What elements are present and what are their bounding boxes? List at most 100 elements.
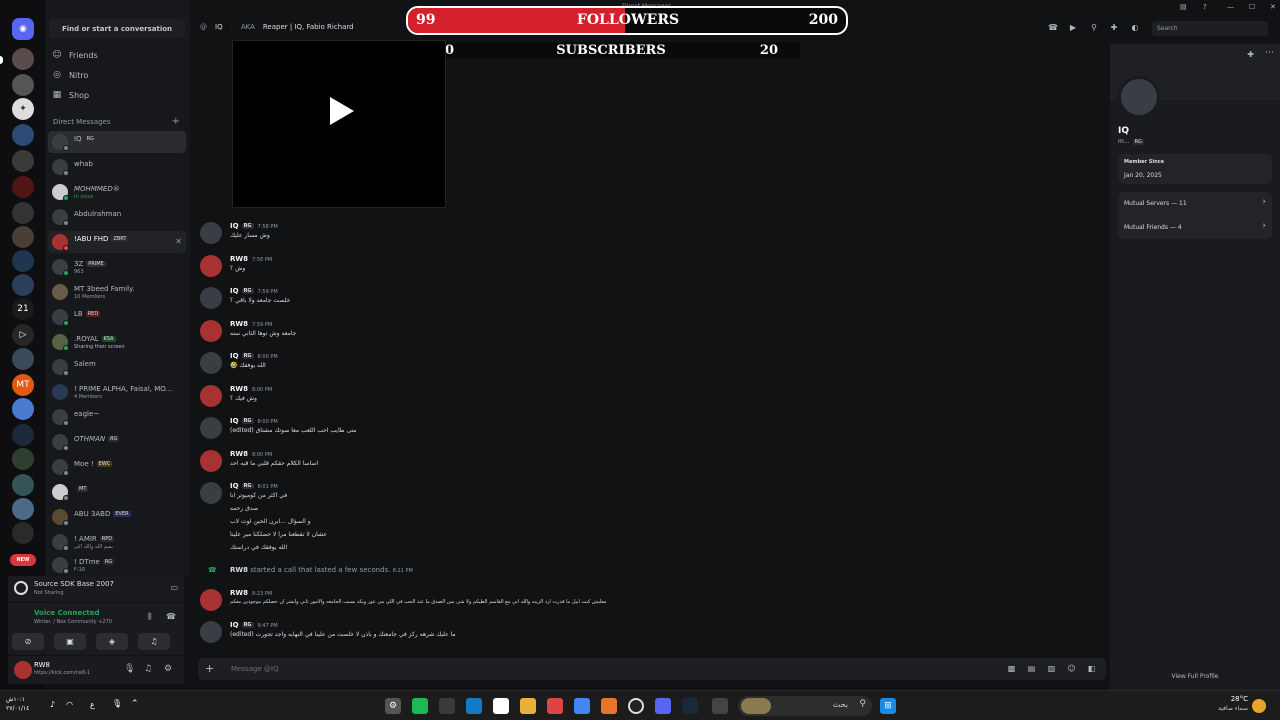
voice-call-icon[interactable]: ☎ [1048, 23, 1058, 33]
server-icon[interactable] [12, 150, 34, 172]
avatar[interactable] [200, 450, 222, 472]
volume-icon[interactable]: ♪ [50, 700, 55, 709]
more-options-icon[interactable]: ⋯ [1265, 48, 1274, 58]
dm-item[interactable]: ABU 3ABD EVER [48, 506, 186, 528]
tray-overflow-icon[interactable]: ⌃ [131, 699, 139, 709]
chrome-icon[interactable] [547, 698, 563, 714]
message-author[interactable]: RW8 [230, 320, 248, 328]
dm-item[interactable]: whab [48, 156, 186, 178]
discord-home-icon[interactable]: ◉ [12, 18, 34, 40]
message-author[interactable]: IQ [230, 222, 239, 230]
pin-icon[interactable]: ⚲ [1089, 23, 1099, 33]
mutual-friends[interactable]: Mutual Friends — 4 [1124, 224, 1182, 231]
activity-panel[interactable]: Source SDK Base 2007 Not Sharing ▭ [8, 576, 184, 602]
dm-item[interactable]: 3Z PRIME 963 [48, 256, 186, 278]
message-author[interactable]: IQ [230, 352, 239, 360]
headphones-icon[interactable]: ♫ [144, 664, 152, 674]
avatar[interactable] [200, 352, 222, 374]
weather-widget[interactable]: 28°C سماء صافية [1212, 694, 1248, 714]
dm-item[interactable]: MT 3beed Family. 10 Members [48, 281, 186, 303]
server-icon[interactable]: MT [12, 374, 34, 396]
nav-friends[interactable]: ☺ Friends [52, 47, 184, 63]
avatar[interactable] [200, 417, 222, 439]
chevron-right-icon[interactable]: › [1262, 221, 1266, 231]
language-indicator[interactable]: ع [90, 700, 95, 709]
search-input[interactable]: Search [1152, 21, 1268, 36]
store-icon[interactable] [439, 698, 455, 714]
server-icon[interactable]: ✦ [12, 98, 34, 120]
avatar[interactable] [200, 222, 222, 244]
view-full-profile-link[interactable]: View Full Profile [1110, 673, 1280, 680]
dm-item[interactable]: Salem [48, 356, 186, 378]
file-explorer-icon[interactable] [520, 698, 536, 714]
dm-item[interactable]: LB RED [48, 306, 186, 328]
video-call-icon[interactable]: ▶ [1068, 23, 1078, 33]
voice-status[interactable]: Voice Connected [34, 609, 100, 617]
server-icon[interactable] [12, 176, 34, 198]
close-icon[interactable]: ✕ [1270, 3, 1276, 11]
server-icon[interactable]: ▷ [12, 324, 34, 346]
taskbar-search[interactable]: بحث ⚲ [738, 696, 872, 716]
gif-icon[interactable]: ▤ [1026, 663, 1037, 674]
noise-suppression-icon[interactable]: ⫼ [148, 612, 152, 622]
mic-tray-icon[interactable]: 🎙 [112, 699, 122, 708]
server-icon[interactable] [12, 250, 34, 272]
inbox-icon[interactable]: ▤ [1180, 3, 1187, 11]
server-icon[interactable] [12, 74, 34, 96]
user-avatar[interactable] [14, 661, 32, 679]
avatar[interactable] [200, 589, 222, 611]
screen-share-icon[interactable]: ▭ [170, 583, 178, 592]
camera-off-button[interactable]: ⊘ [12, 633, 44, 650]
app-icon[interactable] [712, 698, 728, 714]
attach-plus-icon[interactable]: + [205, 662, 214, 675]
soundboard-button[interactable]: ♫ [138, 633, 170, 650]
dm-item[interactable]: Abdulrahman [48, 206, 186, 228]
dm-item[interactable]: .ROYAL KSA Sharing their screen [48, 331, 186, 353]
dm-item[interactable]: IQ RG [48, 131, 186, 153]
avatar[interactable] [200, 255, 222, 277]
add-friend-icon[interactable]: ✚ [1247, 50, 1254, 59]
server-icon[interactable] [12, 474, 34, 496]
notepad-icon[interactable] [493, 698, 509, 714]
settings-gear-icon[interactable]: ⚙ [164, 664, 172, 674]
message-composer[interactable]: + Message @IQ ▩ ▤ ▨ ☺ ◧ [198, 658, 1106, 680]
mutual-servers[interactable]: Mutual Servers — 11 [1124, 200, 1187, 207]
server-icon[interactable] [12, 226, 34, 248]
screen-share-button[interactable]: ▣ [54, 633, 86, 650]
avatar[interactable] [200, 385, 222, 407]
windows-start-icon[interactable]: ⊞ [880, 698, 896, 714]
message-author[interactable]: RW8 [230, 589, 248, 597]
message-author[interactable]: IQ [230, 621, 239, 629]
server-icon[interactable] [12, 424, 34, 446]
dm-item[interactable]: OTHMAN RG [48, 431, 186, 453]
user-profile-icon[interactable]: ◐ [1130, 23, 1140, 33]
message-author[interactable]: RW8 [230, 450, 248, 458]
app-icon[interactable] [601, 698, 617, 714]
avatar[interactable] [200, 320, 222, 342]
user-name[interactable]: RW8 [34, 661, 50, 669]
mic-icon[interactable]: 🎙 [124, 664, 135, 674]
help-icon[interactable]: ? [1203, 3, 1207, 11]
server-icon[interactable] [12, 274, 34, 296]
app-icon[interactable] [412, 698, 428, 714]
server-icon[interactable] [12, 398, 34, 420]
avatar[interactable] [200, 287, 222, 309]
message-author[interactable]: IQ [230, 417, 239, 425]
create-dm-icon[interactable]: + [172, 116, 180, 127]
video-embed[interactable] [232, 40, 446, 208]
chevron-right-icon[interactable]: › [1262, 197, 1266, 207]
profile-avatar[interactable] [1118, 76, 1160, 118]
avatar[interactable] [200, 482, 222, 504]
message-author[interactable]: IQ [230, 287, 239, 295]
wifi-icon[interactable]: ◠ [66, 700, 73, 709]
add-friend-icon[interactable]: ✚ [1109, 23, 1119, 33]
dm-item[interactable]: eagle~ [48, 406, 186, 428]
server-icon[interactable] [12, 498, 34, 520]
dm-item[interactable]: Moe ! EWC [48, 456, 186, 478]
apps-icon[interactable]: ◧ [1086, 663, 1097, 674]
gift-icon[interactable]: ▩ [1006, 663, 1017, 674]
steam-icon[interactable] [682, 698, 698, 714]
obs-icon[interactable] [628, 698, 644, 714]
nav-nitro[interactable]: ◎ Nitro [52, 67, 184, 83]
dm-item[interactable]: ! AMIR RPD بسم الله والله أكبر [48, 531, 186, 553]
